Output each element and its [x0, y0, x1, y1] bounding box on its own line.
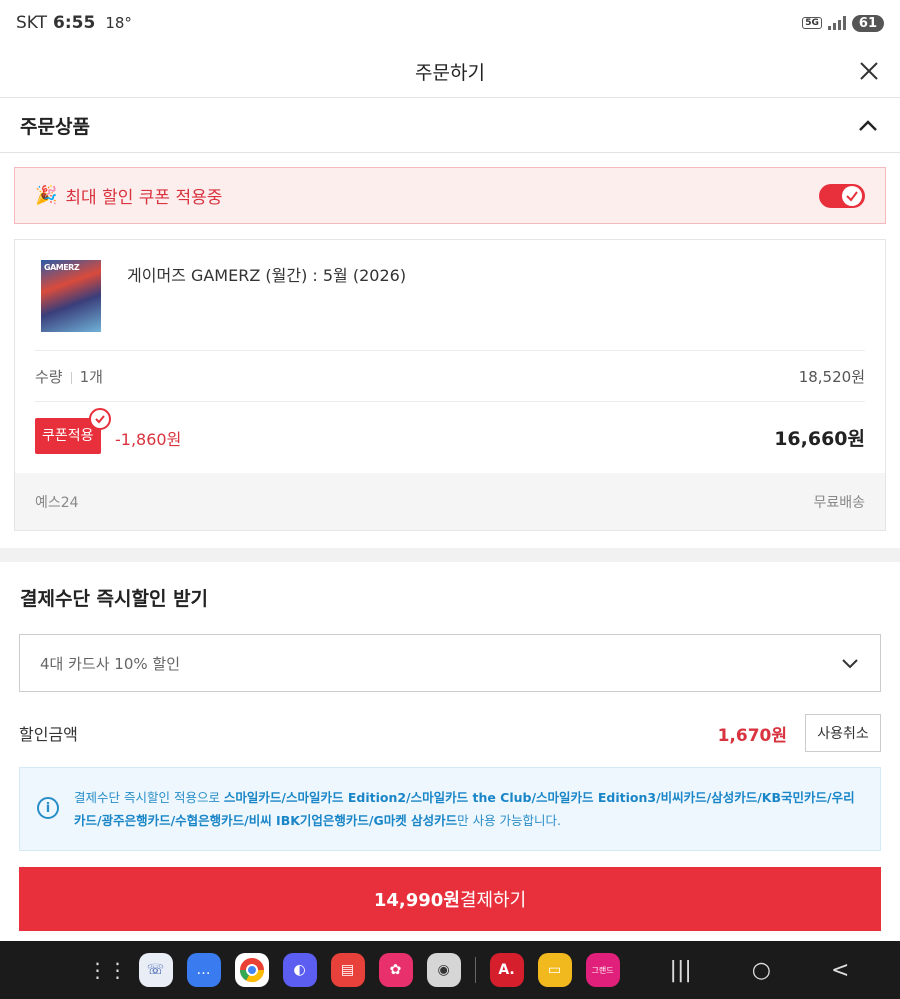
chevron-up-icon[interactable] [856, 114, 880, 138]
pay-amount: 14,990원 [373, 890, 460, 911]
divider [474, 957, 476, 983]
party-popper-icon: 🎉 [35, 185, 58, 206]
battery-icon: 61 [851, 14, 884, 32]
chrome-icon[interactable] [234, 953, 269, 987]
payment-discount-title: 결제수단 즉시할인 받기 [20, 588, 209, 610]
info-icon: i [37, 797, 59, 819]
signal-icon [827, 16, 846, 30]
seller-name: 예스24 [35, 494, 79, 511]
chevron-down-icon [842, 659, 858, 669]
discount-amount-value: 1,670원 [717, 725, 787, 746]
quantity-value: 1개 [79, 368, 103, 386]
shipping-info: 무료배송 [813, 494, 865, 511]
discount-amount-row: 할인금액 1,670원 사용취소 [19, 714, 881, 752]
quantity-label: 수량 [35, 368, 63, 386]
check-icon [842, 185, 862, 206]
coupon-banner-text: 최대 할인 쿠폰 적용중 [65, 188, 223, 208]
files-icon[interactable]: ▭ [537, 953, 572, 987]
coupon-applied-button[interactable]: 쿠폰적용 [35, 408, 111, 454]
product-title[interactable]: 게이머즈 GAMERZ (월간) : 5월 (2026) [127, 262, 406, 286]
card-discount-selected: 4대 카드사 10% 할인 [40, 654, 180, 673]
recent-apps-icon[interactable]: ||| [670, 958, 692, 983]
taskbar: ⋮⋮ ☏ … ◐ ▤ ✿ ◉ A. ▭ 그랜드 ||| ○ < [0, 941, 900, 999]
messages-icon[interactable]: … [186, 953, 221, 987]
quantity: 수량 1개 [35, 366, 103, 387]
pay-button[interactable]: 14,990원 결제하기 [19, 867, 881, 931]
status-bar: SKT 6:55 18° 5G 61 [0, 0, 900, 46]
gallery-icon[interactable]: ✿ [378, 953, 413, 987]
yes24-icon[interactable]: A. [489, 953, 524, 987]
seller-row: 예스24 무료배송 [15, 473, 885, 530]
close-icon[interactable] [856, 58, 882, 84]
cancel-discount-button[interactable]: 사용취소 [805, 714, 881, 752]
order-items-header[interactable]: 주문상품 [0, 99, 900, 153]
coupon-banner: 🎉 최대 할인 쿠폰 적용중 [14, 167, 886, 224]
grand-mall-icon[interactable]: 그랜드 [585, 953, 620, 987]
coupon-discount: -1,860원 [115, 430, 182, 449]
back-icon[interactable]: < [831, 958, 849, 983]
page-header: 주문하기 [0, 46, 900, 98]
coupon-toggle[interactable] [819, 183, 865, 208]
temperature: 18° [105, 14, 132, 32]
divider [35, 401, 865, 402]
page-title: 주문하기 [415, 62, 485, 84]
info-prefix: 결제수단 즉시할인 적용으로 [74, 790, 224, 805]
info-suffix: 만 사용 가능합니다. [457, 813, 562, 828]
divider [70, 371, 72, 384]
check-icon [88, 408, 111, 430]
card-info-notice: i 결제수단 즉시할인 적용으로 스마일카드/스마일카드 Edition2/스마… [19, 767, 881, 851]
camera-icon[interactable]: ◉ [426, 953, 461, 987]
thumbnail-logo: GAMERZ [44, 263, 80, 272]
network-5g-icon: 5G [802, 17, 822, 29]
carrier-label: SKT [16, 13, 48, 33]
final-price: 16,660원 [774, 428, 865, 450]
pay-label: 결제하기 [459, 890, 527, 911]
clock: 6:55 [53, 13, 96, 33]
card-discount-select[interactable]: 4대 카드사 10% 할인 [19, 634, 881, 692]
product-card: GAMERZ 게이머즈 GAMERZ (월간) : 5월 (2026) 수량 1개… [14, 239, 886, 531]
section-divider [0, 548, 900, 562]
apps-grid-icon[interactable]: ⋮⋮ [88, 953, 128, 987]
coupon-applied-label: 쿠폰적용 [42, 428, 94, 444]
product-thumbnail[interactable]: GAMERZ [41, 260, 101, 332]
product-price: 18,520원 [798, 368, 865, 386]
divider [35, 350, 865, 351]
discount-amount-label: 할인금액 [19, 725, 78, 744]
notes-icon[interactable]: ▤ [330, 953, 365, 987]
phone-icon[interactable]: ☏ [138, 953, 173, 987]
home-icon[interactable]: ○ [752, 958, 771, 983]
internet-icon[interactable]: ◐ [282, 953, 317, 987]
order-items-title: 주문상품 [20, 116, 90, 138]
